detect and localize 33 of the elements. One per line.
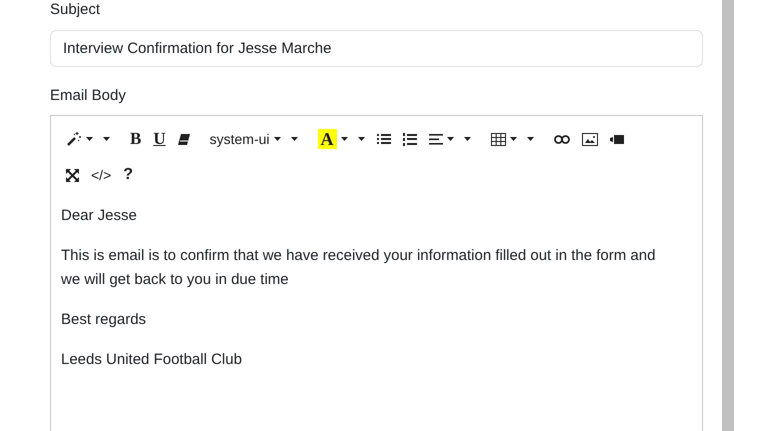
caret-icon	[103, 137, 110, 141]
body-paragraph: This is email is to confirm that we have received your information filled out in the form and we will get back to you in due time	[61, 246, 656, 290]
code-view-button[interactable]: </>	[86, 162, 116, 188]
body-paragraph: Dear Jesse	[61, 206, 138, 226]
eraser-icon	[178, 134, 190, 144]
caret-icon	[358, 137, 365, 141]
caret-icon	[464, 137, 471, 141]
help-button[interactable]: ?	[118, 162, 138, 188]
caret-icon	[274, 137, 281, 141]
caret-icon	[86, 137, 93, 141]
caret-icon	[446, 137, 454, 141]
caret-icon	[340, 137, 348, 141]
caret-icon	[510, 137, 517, 141]
align-left-icon	[428, 134, 443, 144]
caret-icon	[526, 137, 534, 141]
magic-wand-icon	[66, 131, 82, 147]
email-body-label: Email Body	[50, 86, 127, 106]
body-paragraph: Best regards	[61, 310, 148, 330]
caret-icon	[290, 137, 298, 141]
font-family-dropdown[interactable]: system-ui	[204, 126, 303, 152]
link-icon	[554, 134, 570, 144]
body-paragraph: Leeds United Football Club	[61, 350, 243, 370]
picture-icon	[582, 132, 598, 146]
video-camera-icon	[610, 134, 624, 144]
text-color-button[interactable]: A	[312, 126, 370, 152]
expand-arrows-icon	[66, 168, 79, 182]
subject-label: Subject	[50, 0, 102, 20]
bulleted-list-icon	[376, 133, 391, 145]
numbered-list-icon	[402, 132, 417, 146]
table-icon	[490, 132, 506, 146]
underline-button[interactable]: U	[148, 126, 171, 152]
subject-field[interactable]: Interview Confirmation for Jesse Marche	[50, 30, 703, 67]
bold-button[interactable]: B	[125, 126, 146, 152]
